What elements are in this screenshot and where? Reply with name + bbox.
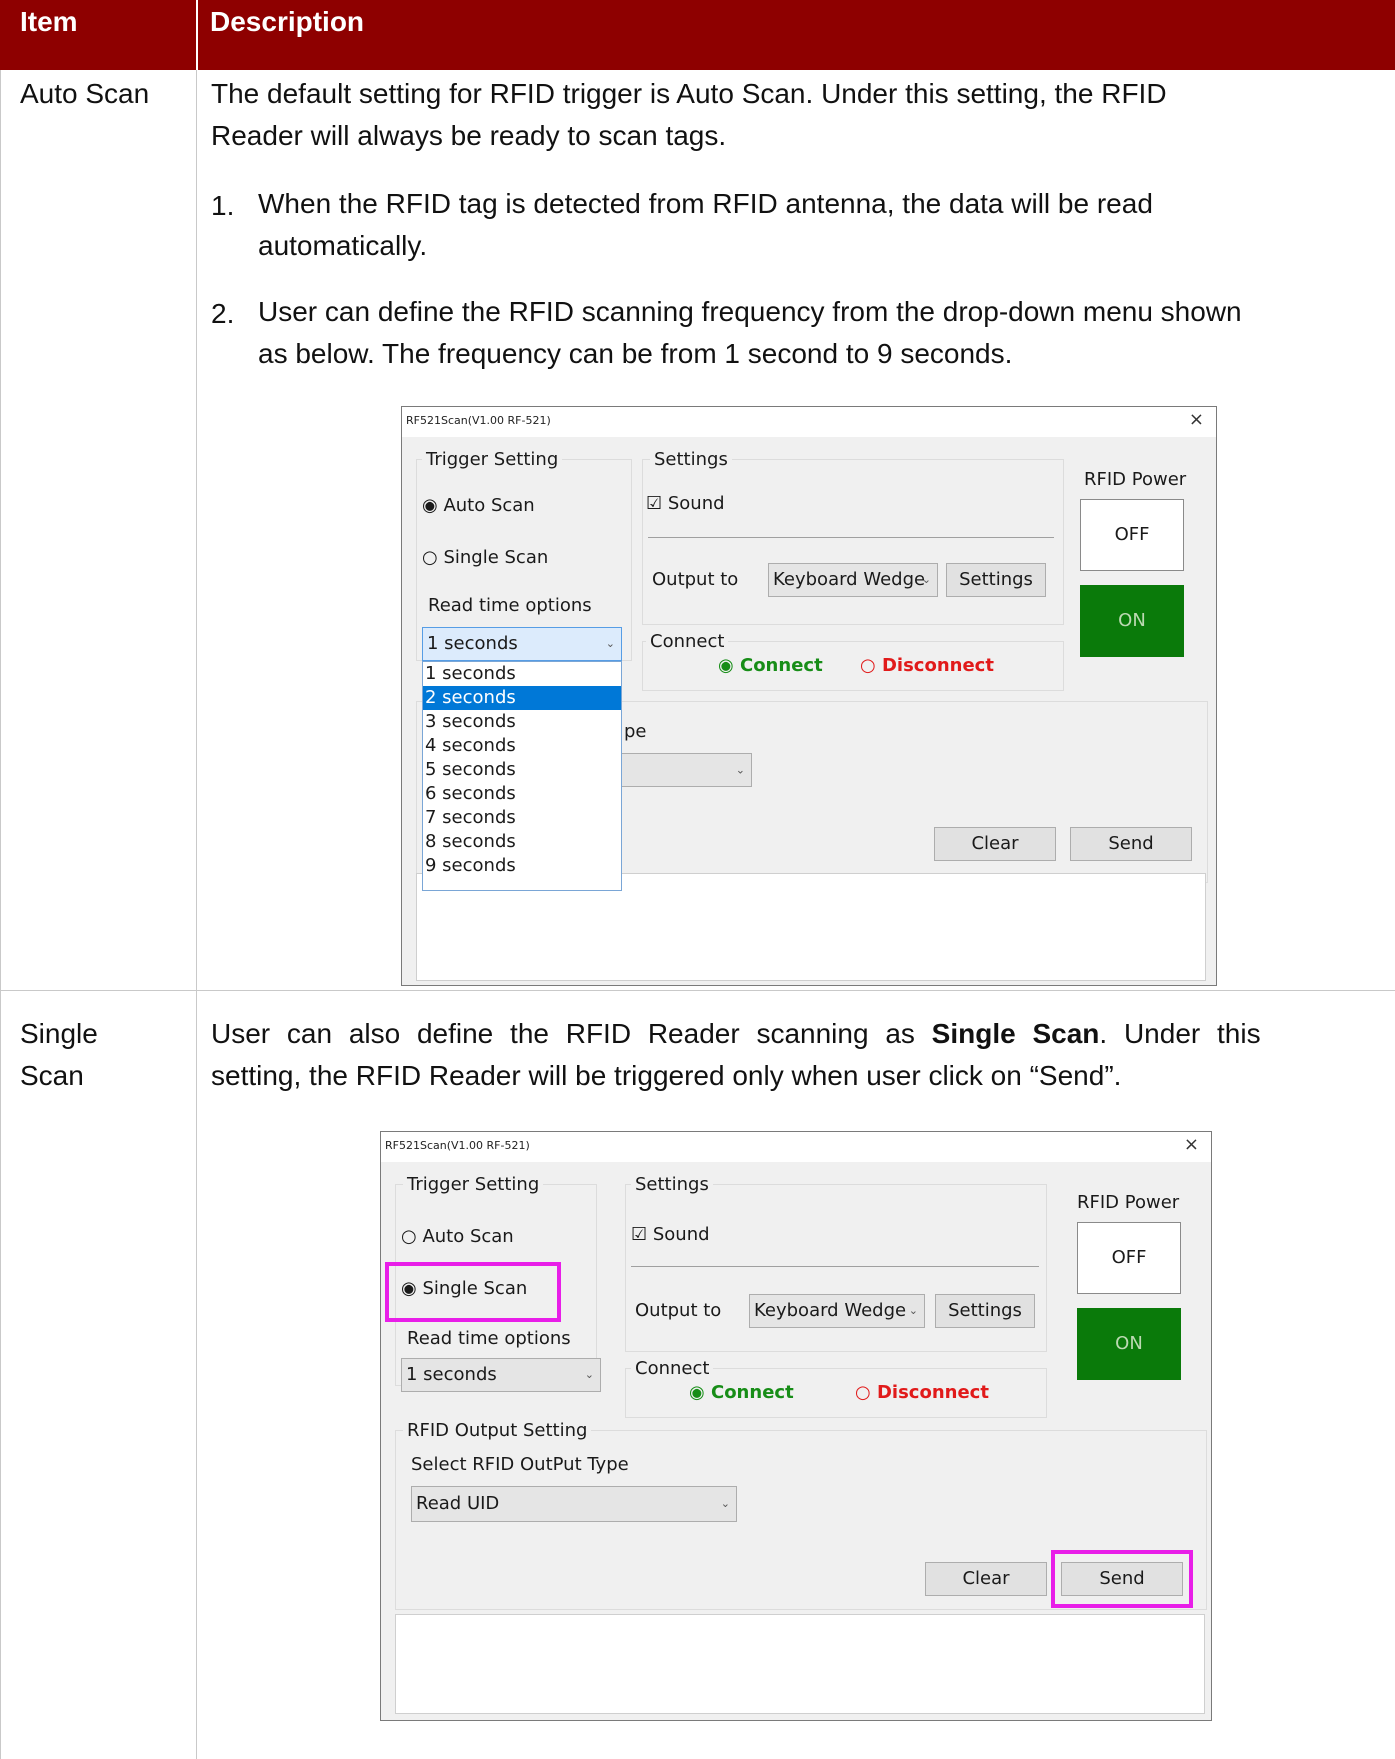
rfid-power-label: RFID Power bbox=[1077, 1192, 1180, 1213]
row2-item-line2: Scan bbox=[20, 1060, 84, 1091]
single-scan-radio[interactable]: ○ Single Scan bbox=[422, 547, 548, 568]
sound-checkbox[interactable]: ☑ Sound bbox=[631, 1224, 710, 1245]
settings-label: Settings bbox=[631, 1174, 713, 1195]
step2-line2: as below. The frequency can be from 1 se… bbox=[258, 338, 1013, 369]
connect-group-label: Connect bbox=[631, 1358, 714, 1379]
output-to-select[interactable]: Keyboard Wedge ⌄ bbox=[768, 563, 938, 597]
send-highlight bbox=[1051, 1550, 1193, 1608]
settings-group bbox=[642, 459, 1064, 625]
dropdown-option[interactable]: 4 seconds bbox=[423, 734, 621, 758]
app-window-auto-scan: RF521Scan(V1.00 RF-521) × Trigger Settin… bbox=[401, 406, 1217, 986]
window-title: RF521Scan(V1.00 RF-521) bbox=[385, 1139, 530, 1152]
output-setting-label: RFID Output Setting bbox=[403, 1420, 592, 1441]
disconnect-radio[interactable]: ○ Disconnect bbox=[855, 1382, 989, 1403]
dropdown-option[interactable]: 9 seconds bbox=[423, 854, 621, 878]
single-scan-emphasis: Single Scan bbox=[931, 1018, 1100, 1049]
row1-intro-line2: Reader will always be ready to scan tags… bbox=[211, 120, 727, 151]
output-to-label: Output to bbox=[652, 569, 739, 590]
settings-separator bbox=[648, 537, 1054, 538]
send-button[interactable]: Send bbox=[1070, 827, 1192, 861]
sound-checkbox[interactable]: ☑ Sound bbox=[646, 493, 725, 514]
step2-number: 2. bbox=[211, 298, 235, 329]
window-title: RF521Scan(V1.00 RF-521) bbox=[406, 414, 551, 427]
connect-radio[interactable]: ◉ Connect bbox=[718, 655, 823, 676]
connect-radio[interactable]: ◉ Connect bbox=[689, 1382, 794, 1403]
dropdown-option[interactable]: 8 seconds bbox=[423, 830, 621, 854]
column-divider bbox=[196, 70, 197, 1759]
single-scan-highlight bbox=[385, 1262, 561, 1322]
trigger-setting-label: Trigger Setting bbox=[403, 1174, 544, 1195]
table-header: Item Description bbox=[0, 0, 1395, 70]
title-bar: RF521Scan(V1.00 RF-521) × bbox=[381, 1132, 1211, 1162]
app-window-single-scan: RF521Scan(V1.00 RF-521) × Trigger Settin… bbox=[380, 1131, 1212, 1721]
header-description: Description bbox=[210, 6, 365, 37]
row1-item: Auto Scan bbox=[20, 78, 150, 109]
auto-scan-radio[interactable]: ○ Auto Scan bbox=[401, 1226, 514, 1247]
row2-item-line1: Single bbox=[20, 1018, 98, 1049]
row1-intro-line1: The default setting for RFID trigger is … bbox=[211, 78, 1167, 109]
trigger-setting-label: Trigger Setting bbox=[422, 449, 563, 470]
chevron-down-icon: ⌄ bbox=[735, 763, 745, 777]
output-type-select[interactable]: ⌄ bbox=[602, 753, 752, 787]
output-to-label: Output to bbox=[635, 1300, 722, 1321]
read-time-select[interactable]: 1 seconds ⌄ bbox=[422, 627, 622, 661]
output-textarea[interactable] bbox=[395, 1614, 1205, 1714]
rfid-power-label: RFID Power bbox=[1084, 469, 1187, 490]
output-to-select[interactable]: Keyboard Wedge ⌄ bbox=[749, 1294, 925, 1328]
output-type-label: Select RFID OutPut Type bbox=[411, 1454, 629, 1475]
dropdown-option[interactable]: 7 seconds bbox=[423, 806, 621, 830]
read-time-label: Read time options bbox=[407, 1328, 571, 1349]
chevron-down-icon: ⌄ bbox=[720, 1497, 730, 1510]
row2-desc-line2: setting, the RFID Reader will be trigger… bbox=[211, 1060, 1122, 1091]
row-divider bbox=[0, 990, 1395, 991]
clear-button[interactable]: Clear bbox=[925, 1562, 1047, 1596]
power-off-button[interactable]: OFF bbox=[1080, 499, 1184, 571]
header-divider bbox=[196, 0, 198, 70]
dropdown-option[interactable]: 6 seconds bbox=[423, 782, 621, 806]
left-border bbox=[0, 70, 1, 1759]
step1-number: 1. bbox=[211, 190, 235, 221]
chevron-down-icon: ⌄ bbox=[584, 1368, 594, 1381]
close-icon[interactable]: × bbox=[1189, 409, 1204, 430]
step2-line1: User can define the RFID scanning freque… bbox=[258, 296, 1242, 327]
auto-scan-radio[interactable]: ◉ Auto Scan bbox=[422, 495, 535, 516]
read-time-select[interactable]: 1 seconds ⌄ bbox=[401, 1358, 601, 1392]
settings-separator bbox=[631, 1266, 1039, 1267]
settings-label: Settings bbox=[650, 449, 732, 470]
dropdown-option[interactable]: 1 seconds bbox=[423, 662, 621, 686]
close-icon[interactable]: × bbox=[1184, 1134, 1199, 1155]
chevron-down-icon: ⌄ bbox=[908, 1304, 918, 1317]
output-type-label-partial: pe bbox=[624, 721, 647, 742]
power-on-button[interactable]: ON bbox=[1077, 1308, 1181, 1380]
step1-line2: automatically. bbox=[258, 230, 428, 261]
dropdown-option[interactable]: 2 seconds bbox=[423, 686, 621, 710]
step1-line1: When the RFID tag is detected from RFID … bbox=[258, 188, 1153, 219]
power-on-button[interactable]: ON bbox=[1080, 585, 1184, 657]
read-time-dropdown-list[interactable]: 1 seconds 2 seconds 3 seconds 4 seconds 5 se… bbox=[422, 661, 622, 891]
dropdown-option[interactable]: 5 seconds bbox=[423, 758, 621, 782]
connect-group-label: Connect bbox=[646, 631, 729, 652]
settings-button[interactable]: Settings bbox=[935, 1294, 1035, 1328]
chevron-down-icon: ⌄ bbox=[605, 637, 615, 650]
row2-desc-line1: User can also define the RFID Reader sca… bbox=[211, 1018, 1261, 1049]
chevron-down-icon: ⌄ bbox=[921, 573, 931, 586]
title-bar: RF521Scan(V1.00 RF-521) × bbox=[402, 407, 1216, 437]
header-item: Item bbox=[20, 6, 78, 37]
read-time-label: Read time options bbox=[428, 595, 592, 616]
dropdown-option[interactable]: 3 seconds bbox=[423, 710, 621, 734]
settings-button[interactable]: Settings bbox=[946, 563, 1046, 597]
output-type-select[interactable]: Read UID ⌄ bbox=[411, 1486, 737, 1522]
disconnect-radio[interactable]: ○ Disconnect bbox=[860, 655, 994, 676]
power-off-button[interactable]: OFF bbox=[1077, 1222, 1181, 1294]
clear-button[interactable]: Clear bbox=[934, 827, 1056, 861]
